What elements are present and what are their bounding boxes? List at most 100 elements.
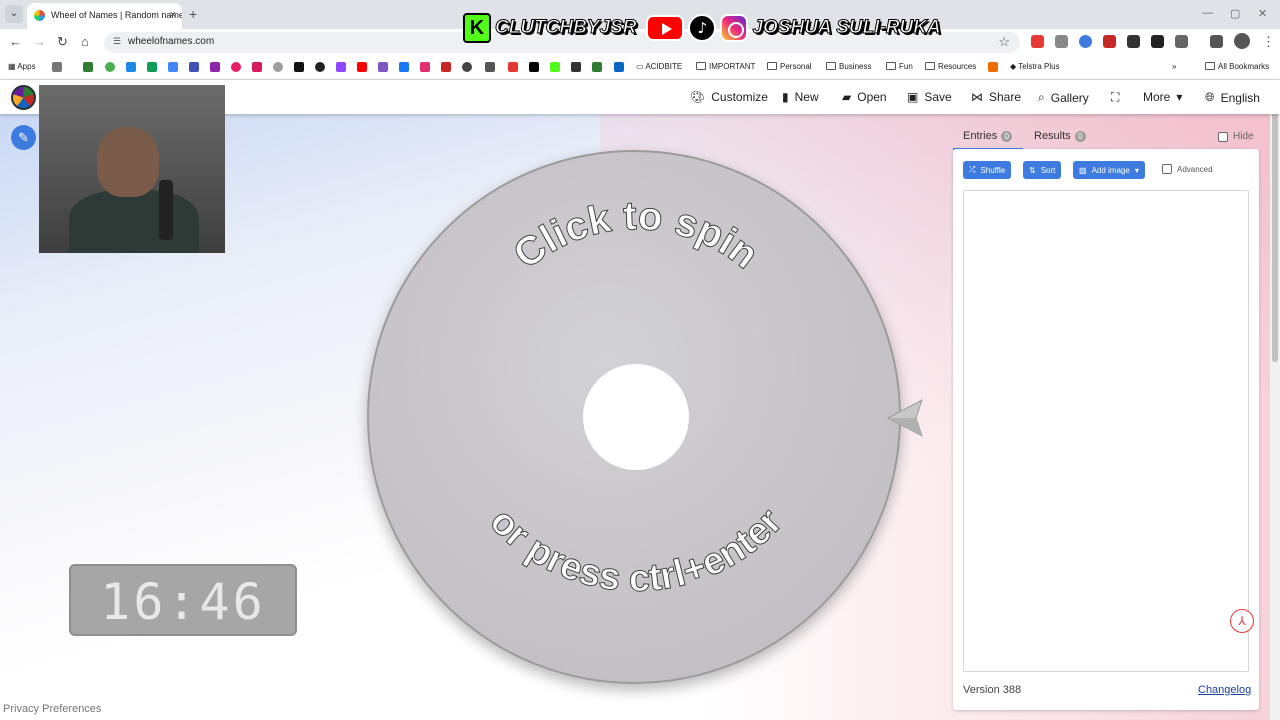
tab-search-icon[interactable]: ⌄	[5, 5, 23, 23]
bookmark-icon[interactable]	[147, 62, 157, 72]
browser-tab[interactable]: Wheel of Names | Random name picker ×	[27, 3, 182, 29]
bookmark-star-icon[interactable]: ☆	[998, 34, 1010, 50]
bookmark-icon[interactable]	[83, 62, 93, 72]
privacy-preferences-link[interactable]: Privacy Preferences	[3, 703, 101, 715]
language-button[interactable]: 🌐︎ English	[1205, 90, 1260, 105]
bookmark-icon[interactable]	[273, 62, 283, 72]
bookmark-icon[interactable]	[168, 62, 178, 72]
facebook-bookmark-icon[interactable]	[399, 62, 409, 72]
folder-icon	[696, 62, 706, 70]
kick-bookmark-icon[interactable]	[550, 62, 560, 72]
site-info-icon[interactable]: ☰	[113, 36, 121, 47]
bookmark-icon[interactable]	[988, 62, 998, 72]
bookmark-icon[interactable]	[315, 62, 325, 72]
caret-down-icon: ▾	[1134, 165, 1139, 175]
extension-icon[interactable]	[1151, 35, 1164, 48]
reload-icon[interactable]: ↻	[57, 34, 68, 50]
tab-title: Wheel of Names | Random name picker	[51, 10, 182, 20]
save-button[interactable]: ▣ Save	[907, 90, 952, 104]
folder-icon	[826, 62, 836, 70]
scrollbar-thumb[interactable]	[1272, 92, 1278, 362]
spin-wheel[interactable]: Click to spin or press ctrl+enter	[367, 150, 901, 684]
minimize-icon[interactable]: —	[1202, 7, 1213, 19]
wheel-center-hub[interactable]	[583, 364, 689, 470]
entries-panel: Entries 0 Results 0 Hide ⤮ Shuffle ⇅ Sort …	[953, 122, 1259, 710]
forward-icon[interactable]: →	[33, 34, 46, 49]
bookmark-apps[interactable]: ▦ Apps	[8, 62, 36, 71]
entries-textarea[interactable]	[963, 190, 1249, 672]
shuffle-button[interactable]: ⤮ Shuffle	[963, 161, 1012, 179]
adblock-extension-icon[interactable]	[1031, 35, 1044, 48]
browser-menu-icon[interactable]: ⋮	[1262, 34, 1275, 50]
open-button[interactable]: ▰ Open	[842, 90, 887, 104]
bookmark-telstra[interactable]: ◆ Telstra Plus	[1010, 62, 1060, 71]
bookmark-acidbite[interactable]: ▭ ACIDBITE	[636, 62, 682, 71]
bookmark-icon[interactable]	[231, 62, 241, 72]
linkedin-bookmark-icon[interactable]	[614, 62, 624, 72]
bookmark-icon[interactable]	[571, 62, 581, 72]
bookmark-all[interactable]: All Bookmarks	[1205, 62, 1269, 71]
advanced-checkbox[interactable]	[1162, 164, 1172, 174]
youtube-bookmark-icon[interactable]	[357, 62, 367, 72]
tiktok-bookmark-icon[interactable]	[294, 62, 304, 72]
folder-icon	[767, 62, 777, 70]
new-tab-icon[interactable]: +	[189, 6, 197, 22]
fullscreen-icon[interactable]: ⛶	[1111, 90, 1119, 105]
twitch-bookmark-icon[interactable]	[336, 62, 346, 72]
bookmark-icon[interactable]	[189, 62, 199, 72]
pdf-icon[interactable]: ⅄	[1230, 609, 1254, 633]
customize-button[interactable]: 🎨︎ Customize	[690, 90, 768, 104]
hide-checkbox[interactable]	[1218, 131, 1228, 142]
changelog-link[interactable]: Changelog	[1198, 684, 1251, 696]
bookmark-icon[interactable]	[592, 62, 602, 72]
bookmark-icon[interactable]	[441, 62, 451, 72]
bookmark-icon[interactable]	[210, 62, 220, 72]
bookmark-icon[interactable]	[126, 62, 136, 72]
bookmark-folder-resources[interactable]: Resources	[925, 62, 976, 71]
page-scrollbar[interactable]	[1270, 80, 1280, 720]
profile-avatar[interactable]	[1234, 33, 1250, 49]
bookmark-folder-important[interactable]: IMPORTANT	[696, 62, 755, 71]
tab-entries[interactable]: Entries 0	[963, 130, 1013, 142]
wheel-logo-icon[interactable]	[11, 85, 36, 110]
hide-toggle[interactable]: Hide	[1218, 131, 1254, 142]
bookmark-icon[interactable]	[52, 62, 62, 72]
home-icon[interactable]: ⌂	[81, 34, 89, 49]
extension-icon[interactable]	[1079, 35, 1092, 48]
bookmark-icon[interactable]	[105, 62, 115, 72]
maximize-icon[interactable]: ▢	[1230, 7, 1240, 20]
close-window-icon[interactable]: ✕	[1258, 7, 1267, 20]
bookmark-icon[interactable]	[485, 62, 495, 72]
gallery-button[interactable]: ⌕ Gallery	[1038, 90, 1089, 105]
clock-display: 16:46	[69, 564, 297, 636]
bookmark-icon[interactable]	[252, 62, 262, 72]
bookmark-icon[interactable]	[508, 62, 518, 72]
sort-button[interactable]: ⇅ Sort	[1023, 161, 1062, 179]
palette-icon: 🎨︎	[690, 90, 706, 104]
bookmark-icon[interactable]	[378, 62, 388, 72]
pdf-extension-icon[interactable]	[1103, 35, 1116, 48]
add-image-button[interactable]: ▨ Add image ▾	[1073, 161, 1145, 179]
folder-open-icon: ▰	[842, 90, 852, 104]
bookmark-icon[interactable]	[462, 62, 472, 72]
bookmark-folder-personal[interactable]: Personal	[767, 62, 812, 71]
extensions-puzzle-icon[interactable]	[1175, 35, 1188, 48]
close-tab-icon[interactable]: ×	[170, 9, 176, 21]
bookmark-folder-fun[interactable]: Fun	[886, 62, 913, 71]
x-bookmark-icon[interactable]	[529, 62, 539, 72]
advanced-toggle[interactable]: Advanced	[1162, 164, 1213, 174]
extension-icon[interactable]	[1055, 35, 1068, 48]
share-button[interactable]: ⋈ Share	[971, 90, 1021, 104]
instagram-bookmark-icon[interactable]	[420, 62, 430, 72]
new-button[interactable]: ▮ New	[782, 90, 819, 104]
back-icon[interactable]: ←	[9, 34, 22, 49]
tiktok-icon: ♪	[688, 14, 717, 42]
edit-pencil-icon[interactable]: ✎	[11, 125, 36, 150]
instagram-icon	[720, 14, 749, 42]
extension-icon[interactable]	[1127, 35, 1140, 48]
more-bookmarks-icon[interactable]: »	[1172, 62, 1176, 71]
tab-results[interactable]: Results 0	[1034, 130, 1086, 142]
reading-list-icon[interactable]	[1210, 35, 1223, 48]
more-button[interactable]: More ▾	[1143, 90, 1182, 104]
bookmark-folder-business[interactable]: Business	[826, 62, 871, 71]
